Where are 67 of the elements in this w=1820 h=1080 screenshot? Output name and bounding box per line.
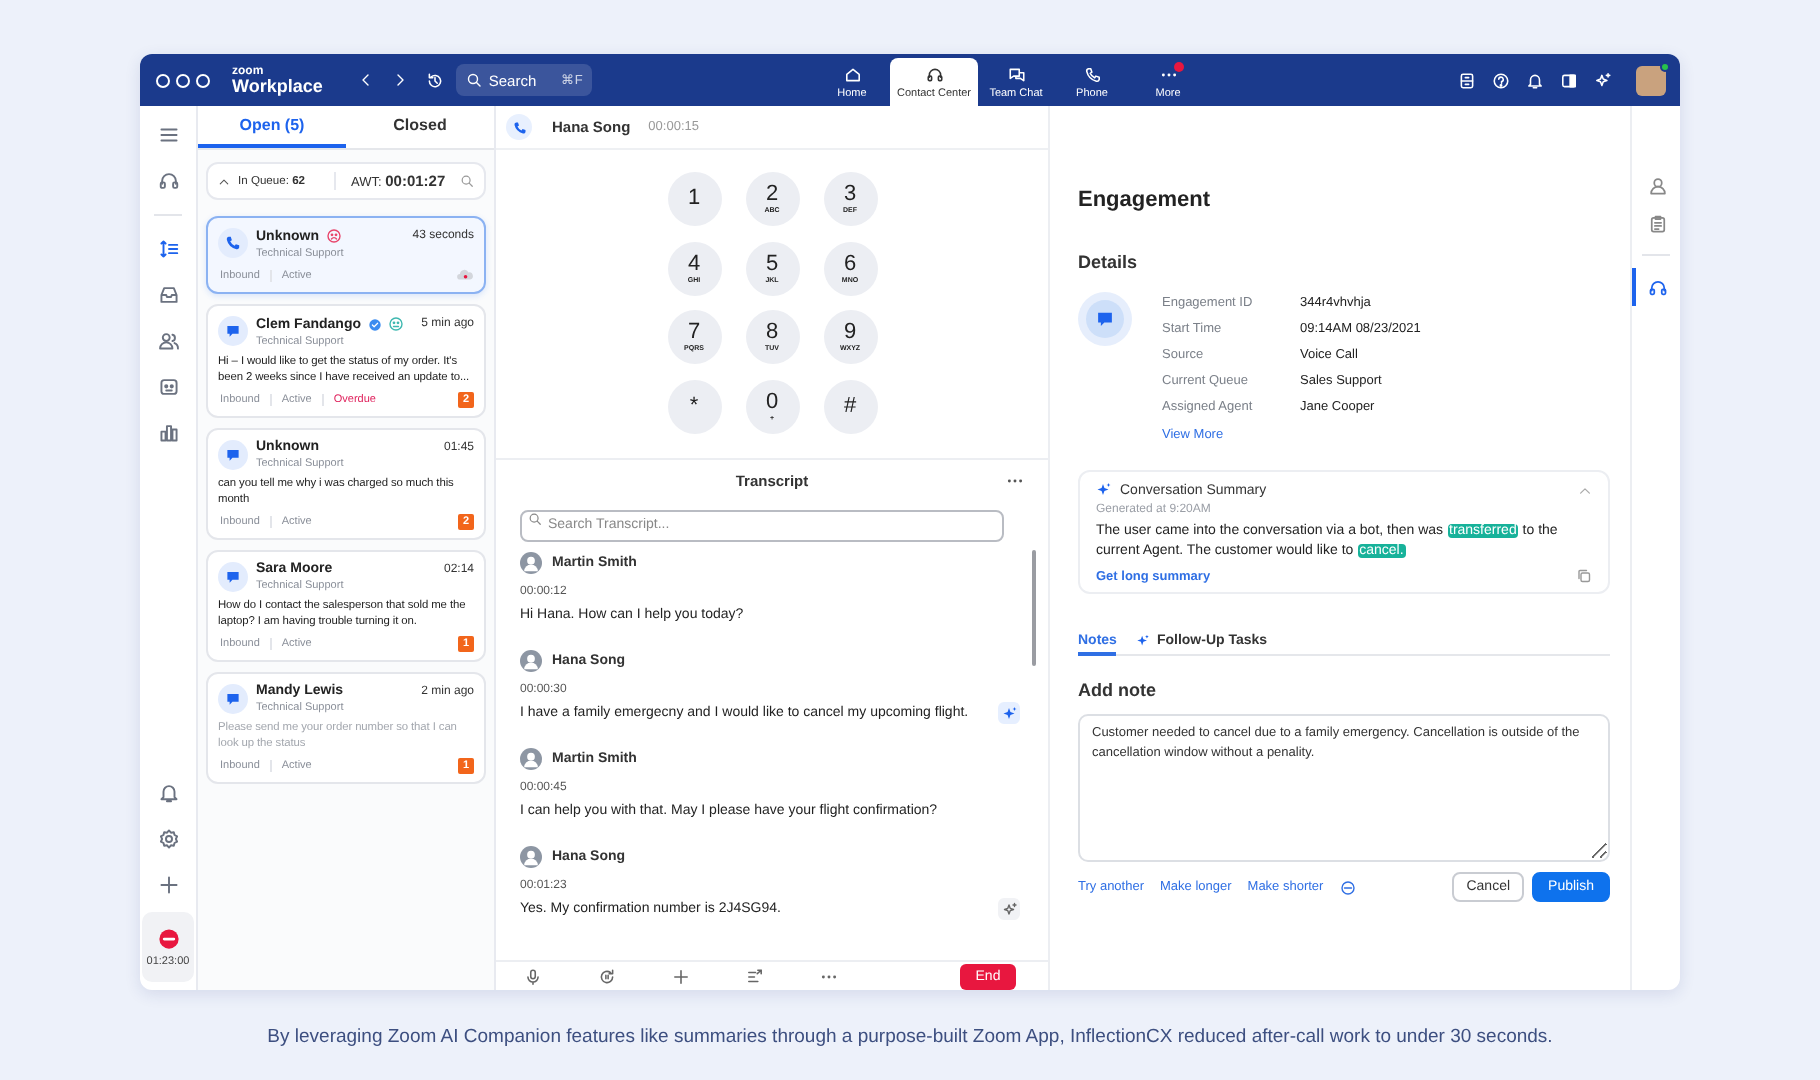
- logo-product: Workplace: [232, 77, 323, 95]
- menu-icon[interactable]: [157, 124, 179, 146]
- keypad-key[interactable]: #: [823, 379, 877, 433]
- ai-sparkle-button[interactable]: [998, 898, 1020, 920]
- chat-bubbles-icon: [1007, 65, 1025, 83]
- list-tab[interactable]: Open (5): [198, 106, 346, 148]
- chat-icon: [224, 446, 242, 464]
- panel-icon[interactable]: [1560, 71, 1578, 89]
- avatar: [520, 846, 542, 868]
- search-icon[interactable]: [460, 174, 474, 188]
- headset-icon[interactable]: [1648, 277, 1668, 297]
- phone-icon: [1083, 65, 1101, 83]
- hold-icon[interactable]: [598, 967, 616, 985]
- settings-icon[interactable]: [157, 828, 179, 850]
- forward-icon[interactable]: [392, 72, 409, 88]
- keypad-key[interactable]: *: [667, 379, 721, 433]
- copy-icon[interactable]: [1576, 568, 1592, 584]
- drawer-icon[interactable]: [1458, 71, 1476, 89]
- sparkle-icon: [1001, 705, 1017, 721]
- scrollbar[interactable]: [1032, 550, 1036, 666]
- chat-icon: [224, 568, 242, 586]
- inbox-icon[interactable]: [157, 284, 179, 306]
- sort-list-icon[interactable]: [157, 238, 179, 260]
- contacts-icon[interactable]: [157, 330, 179, 352]
- add-icon[interactable]: [672, 967, 690, 985]
- search-icon: [528, 511, 542, 525]
- sparkle-icon: [1096, 482, 1112, 498]
- bar-chart-icon[interactable]: [157, 422, 179, 444]
- clipboard-icon[interactable]: [1648, 213, 1668, 233]
- history-icon[interactable]: [426, 71, 445, 89]
- user-avatar[interactable]: [1636, 65, 1666, 95]
- cloud-icon: [456, 266, 474, 284]
- home-icon: [843, 65, 861, 83]
- caption: By leveraging Zoom AI Companion features like summaries through a purpose-built Zoom App, InflectionCX reduced after-call work to under 30 seconds.: [265, 1026, 1555, 1048]
- add-icon[interactable]: [157, 874, 179, 896]
- section-title: Add note: [1078, 680, 1158, 700]
- section-title: Details: [1078, 252, 1140, 272]
- transfer-icon[interactable]: [746, 967, 764, 985]
- headset-icon: [925, 65, 943, 83]
- avatar: [520, 748, 542, 770]
- search-icon: [466, 72, 483, 88]
- phone-icon: [511, 119, 527, 135]
- sparkle-icon: [1001, 901, 1017, 917]
- bell-icon[interactable]: [157, 782, 179, 804]
- help-icon[interactable]: [1492, 71, 1510, 89]
- avatar: [520, 552, 542, 574]
- neutral-face-icon: [387, 316, 404, 332]
- chat-icon: [224, 322, 242, 340]
- keypad-key[interactable]: 1: [667, 172, 721, 226]
- ai-sparkle-button[interactable]: [998, 702, 1020, 724]
- sparkle-icon: [1136, 634, 1151, 648]
- panel-title: Engagement: [1078, 188, 1213, 212]
- headset-icon[interactable]: [157, 170, 179, 192]
- options-icon[interactable]: [1339, 879, 1356, 895]
- phone-icon: [224, 234, 242, 252]
- avatar: [520, 650, 542, 672]
- verified-icon: [367, 317, 382, 331]
- sparkle-icon[interactable]: [1594, 71, 1612, 89]
- bot-icon[interactable]: [157, 376, 179, 398]
- person-icon[interactable]: [1648, 175, 1668, 195]
- do-not-disturb-icon[interactable]: [157, 927, 179, 949]
- chat-icon: [224, 690, 242, 708]
- collapse-icon[interactable]: [218, 175, 230, 187]
- microphone-icon[interactable]: [524, 967, 542, 985]
- list-tab[interactable]: Closed: [346, 106, 494, 148]
- sad-face-icon: [325, 228, 341, 244]
- chat-icon: [1094, 308, 1116, 330]
